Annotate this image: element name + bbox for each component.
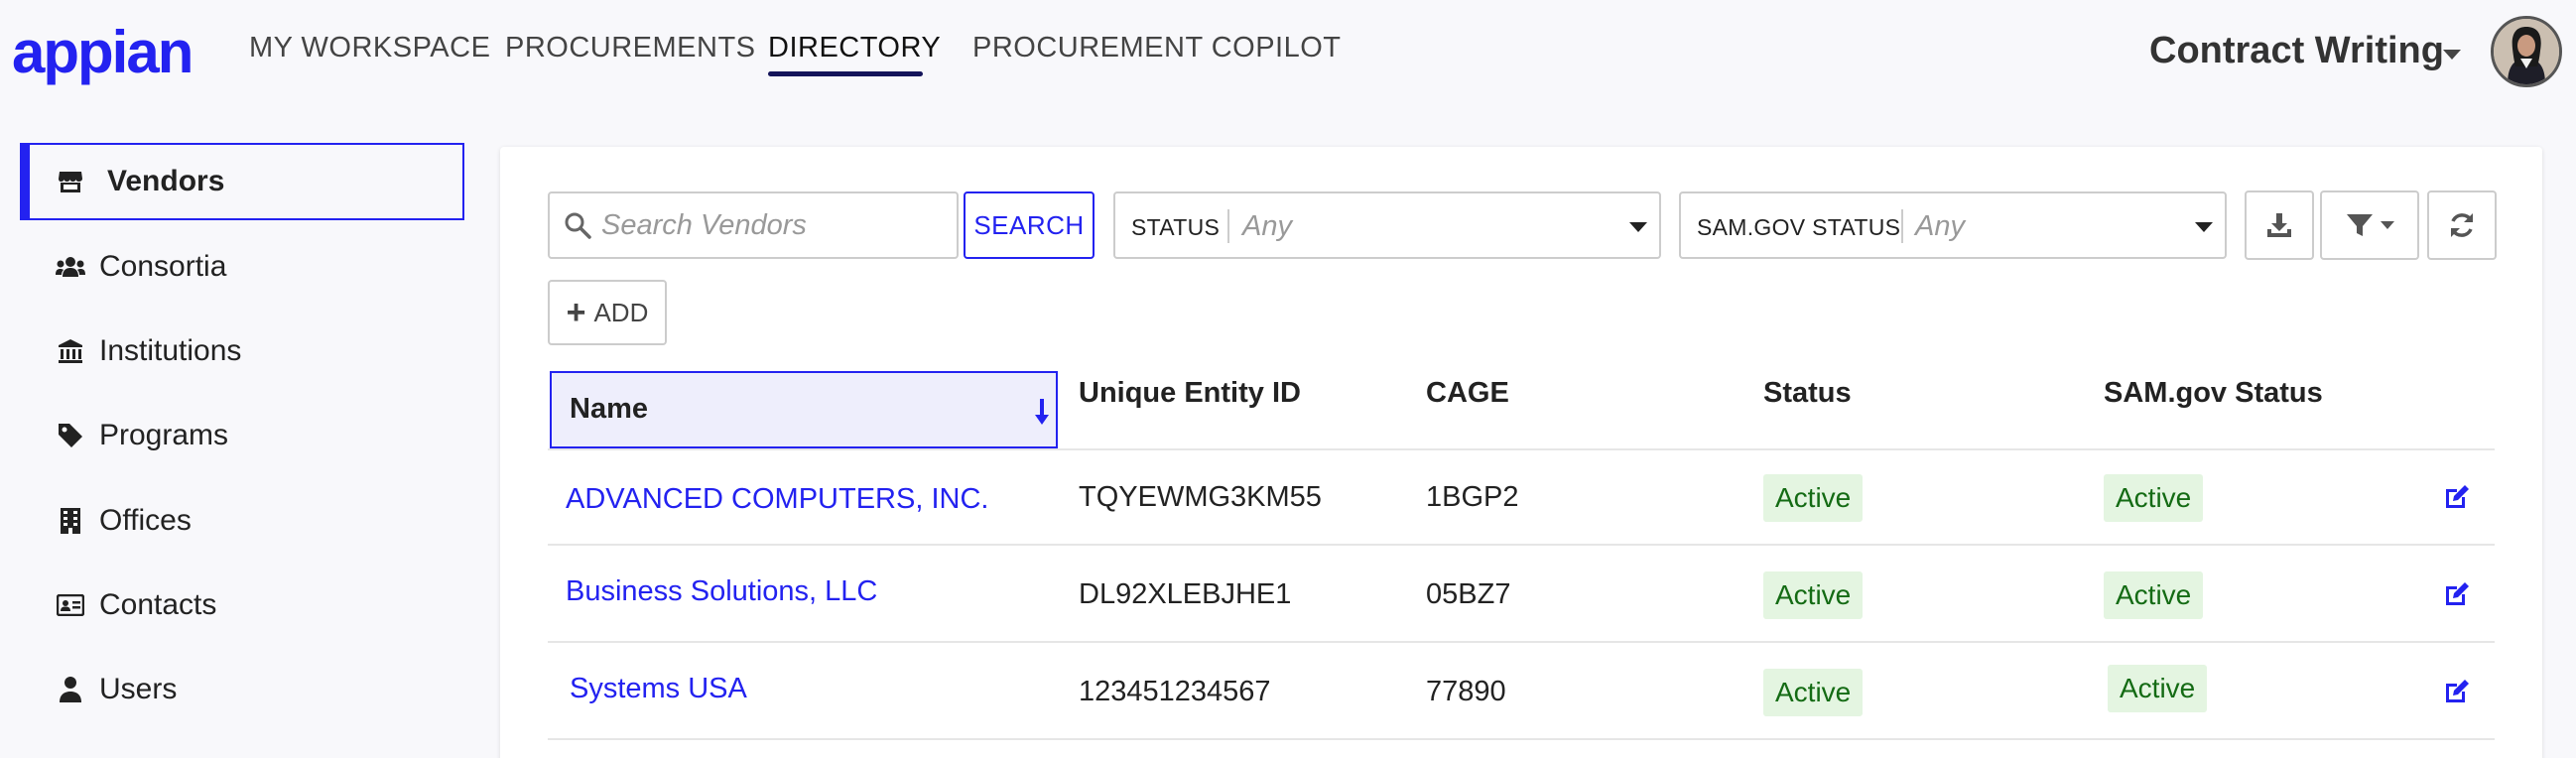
add-button-label: ADD [593,297,649,327]
chevron-down-icon [1629,222,1647,232]
chevron-down-icon [2381,221,2394,229]
sidebar-item-label: Programs [99,419,229,451]
store-icon [56,167,85,196]
search-placeholder: Search Vendors [601,209,807,241]
search-icon [565,212,591,239]
divider [548,448,2495,450]
vendor-name-link[interactable]: Systems USA [570,673,747,705]
divider [1227,209,1229,243]
status-badge: Active [1763,669,1864,716]
filter-menu-button[interactable] [2320,190,2419,260]
uei-cell: DL92XLEBJHE1 [1079,578,1292,610]
user-icon [56,675,85,704]
filter-icon [2347,214,2373,236]
column-header-cage[interactable]: CAGE [1426,377,1509,410]
divider [548,738,2495,740]
status-filter-dropdown[interactable]: STATUS Any [1113,191,1661,259]
edit-icon[interactable] [2443,678,2471,705]
refresh-icon [2451,213,2473,237]
search-button[interactable]: SEARCH [964,191,1095,259]
chevron-down-icon [2195,222,2213,232]
sidebar-item-users[interactable]: Users [20,651,464,728]
tag-icon [56,421,85,450]
users-icon [56,252,85,282]
plus-icon: + [566,294,586,331]
column-header-name[interactable]: Name [550,371,1058,448]
uei-cell: TQYEWMG3KM55 [1079,481,1322,513]
avatar[interactable] [2491,16,2562,87]
tab-my-workspace[interactable]: MY WORKSPACE [249,32,490,64]
sidebar-item-programs[interactable]: Programs [20,397,464,474]
sidebar-item-label: Consortia [99,250,227,283]
divider [548,544,2495,546]
refresh-button[interactable] [2427,190,2497,260]
column-header-sam-status[interactable]: SAM.gov Status [2104,377,2323,410]
tab-procurements[interactable]: PROCUREMENTS [505,32,756,64]
cage-cell: 77890 [1426,676,1506,707]
vendors-card: Search Vendors SEARCH STATUS Any SAM.GOV… [500,147,2542,758]
app-switcher[interactable]: Contract Writing [2149,30,2444,72]
download-button[interactable] [2245,190,2314,260]
sidebar-item-consortia[interactable]: Consortia [20,228,464,306]
status-badge: Active [1763,474,1864,522]
sidebar-item-contacts[interactable]: Contacts [20,567,464,644]
id-card-icon [56,590,85,620]
edit-icon[interactable] [2443,483,2471,511]
add-vendor-button[interactable]: + ADD [548,280,667,345]
sidebar-item-label: Offices [99,504,192,537]
sidebar-item-label: Institutions [99,334,242,367]
chevron-down-icon[interactable] [2443,50,2461,60]
top-header: appian MY WORKSPACE PROCUREMENTS DIRECTO… [0,0,2576,99]
sidebar-item-offices[interactable]: Offices [20,482,464,560]
active-tab-indicator [768,71,923,76]
sidebar-item-label: Vendors [107,165,225,197]
sort-descending-icon[interactable] [1034,397,1050,427]
uei-cell: 123451234567 [1079,676,1271,707]
appian-logo[interactable]: appian [12,18,193,86]
sam-status-badge: Active [2108,665,2208,712]
cage-cell: 05BZ7 [1426,578,1511,610]
status-filter-label: STATUS [1131,214,1221,240]
sidebar-item-institutions[interactable]: Institutions [20,313,464,390]
tab-procurement-copilot[interactable]: PROCUREMENT COPILOT [972,32,1342,64]
status-badge: Active [1763,571,1864,619]
institution-icon [56,336,85,366]
sam-status-badge: Active [2104,474,2204,522]
vendor-name-link[interactable]: ADVANCED COMPUTERS, INC. [566,483,988,516]
sam-status-filter-dropdown[interactable]: SAM.GOV STATUS Any [1679,191,2227,259]
building-icon [56,506,85,536]
search-input[interactable]: Search Vendors [548,191,959,259]
sam-filter-value: Any [1915,210,1965,242]
sam-filter-label: SAM.GOV STATUS [1697,214,1901,240]
divider [1901,209,1903,243]
sidebar-item-vendors[interactable]: Vendors [20,143,464,220]
sam-status-badge: Active [2104,571,2204,619]
column-header-status[interactable]: Status [1763,377,1852,410]
divider [548,641,2495,643]
sidebar-item-label: Users [99,673,178,705]
user-photo-icon [2494,19,2559,84]
sidebar-item-label: Contacts [99,588,217,621]
tab-directory[interactable]: DIRECTORY [768,32,941,64]
edit-icon[interactable] [2443,580,2471,608]
download-icon [2267,213,2291,237]
cage-cell: 1BGP2 [1426,481,1519,513]
column-header-label: Name [570,393,648,425]
column-header-uei[interactable]: Unique Entity ID [1079,377,1301,410]
vendor-name-link[interactable]: Business Solutions, LLC [566,575,877,608]
status-filter-value: Any [1242,210,1292,242]
